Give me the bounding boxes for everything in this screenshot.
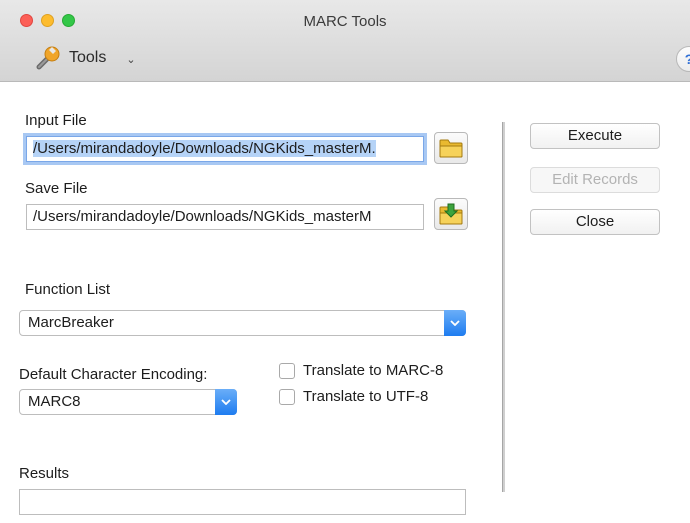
execute-button[interactable]: Execute [530,123,660,149]
save-file-label: Save File [25,180,88,197]
translate-marc8-option[interactable]: Translate to MARC-8 [279,362,443,379]
input-file-field[interactable]: /Users/mirandadoyle/Downloads/NGKids_mas… [26,136,424,162]
wrench-icon [36,46,60,70]
window-title: MARC Tools [303,13,387,30]
vertical-divider [502,122,505,492]
translate-utf8-label: Translate to UTF-8 [303,388,429,405]
function-list-label: Function List [25,281,111,298]
translate-marc8-checkbox[interactable] [279,362,295,379]
title-bar: MARC Tools Tools ⌄ ? [0,0,690,82]
chevron-down-icon [444,310,466,336]
translate-utf8-option[interactable]: Translate to UTF-8 [279,388,428,405]
encoding-select[interactable]: MARC8 [19,389,237,415]
input-file-label: Input File [25,112,87,129]
translate-utf8-checkbox[interactable] [279,388,295,405]
input-file-value: /Users/mirandadoyle/Downloads/NGKids_mas… [33,140,376,157]
help-button[interactable]: ? [676,46,690,72]
translate-marc8-label: Translate to MARC-8 [303,362,444,379]
results-label: Results [19,465,70,482]
browse-save-button[interactable] [434,198,468,230]
save-file-field[interactable]: /Users/mirandadoyle/Downloads/NGKids_mas… [26,204,424,230]
close-button[interactable]: Close [530,209,660,235]
function-list-value: MarcBreaker [28,314,114,331]
edit-records-button[interactable]: Edit Records [530,167,660,193]
chevron-down-icon [215,389,237,415]
tools-menu-button[interactable]: Tools ⌄ [33,42,136,74]
results-field[interactable] [19,489,466,515]
chevron-down-icon: ⌄ [126,53,136,66]
encoding-label: Default Character Encoding: [19,366,208,383]
browse-input-button[interactable] [434,132,468,164]
tools-label: Tools [69,49,107,66]
folder-icon [439,139,463,158]
function-list-select[interactable]: MarcBreaker [19,310,466,336]
encoding-value: MARC8 [28,393,81,410]
save-folder-icon [439,203,463,225]
